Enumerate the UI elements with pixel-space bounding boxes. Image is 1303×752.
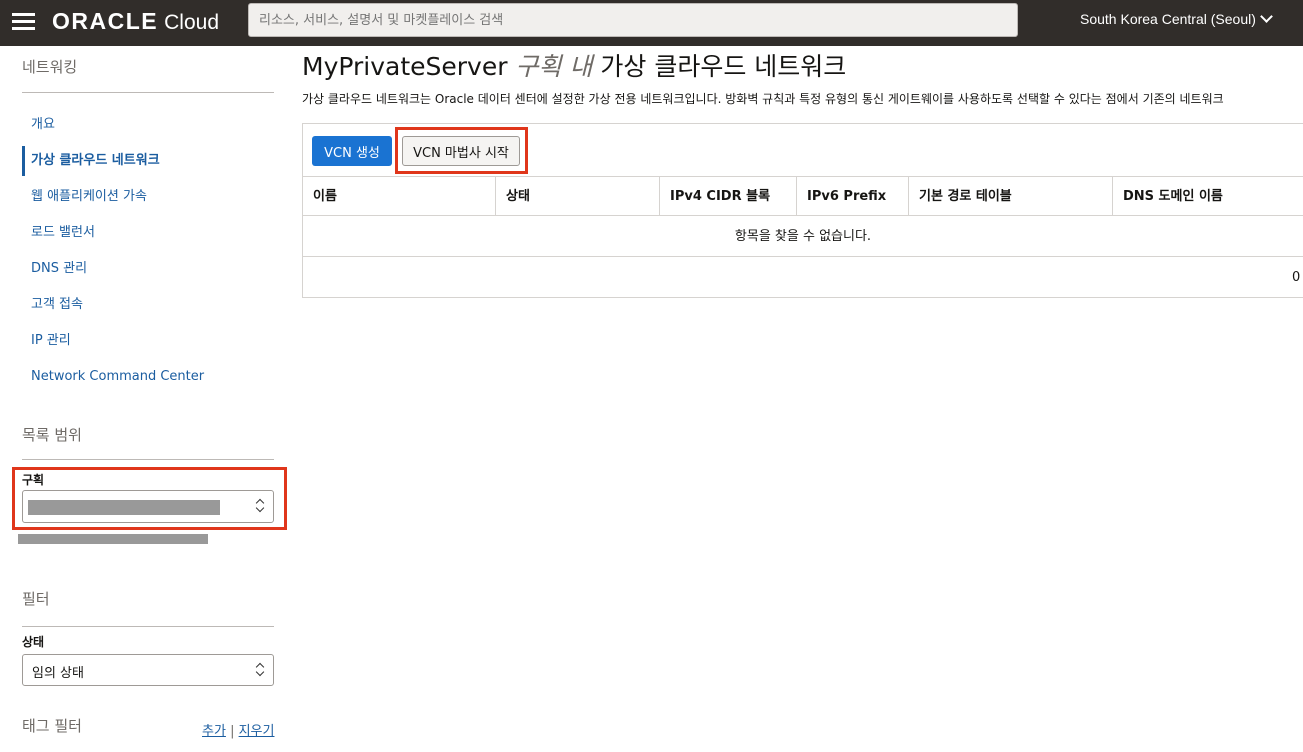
updown-chevron-icon — [255, 663, 265, 677]
link-separator: | — [230, 724, 235, 739]
add-tag-filter-link[interactable]: 추가 — [202, 724, 226, 739]
divider — [22, 626, 274, 627]
divider — [22, 92, 274, 93]
start-vcn-wizard-button[interactable]: VCN 마법사 시작 — [402, 136, 520, 166]
tag-filter-actions: 추가 | 지우기 — [202, 720, 274, 739]
column-header-ipv4-cidr[interactable]: IPv4 CIDR 블록 — [659, 177, 796, 216]
sidebar-item-web-app-acceleration[interactable]: 웹 애플리케이션 가속 — [22, 182, 274, 212]
compartment-label: 구획 — [22, 473, 45, 487]
sidebar-item-vcn[interactable]: 가상 클라우드 네트워크 — [22, 146, 274, 176]
column-header-route-table[interactable]: 기본 경로 테이블 — [908, 177, 1112, 216]
region-label: South Korea Central (Seoul) — [1080, 11, 1256, 27]
sidebar-item-network-command-center[interactable]: Network Command Center — [22, 362, 274, 392]
page-title-rest: 가상 클라우드 네트워크 — [600, 52, 847, 81]
sidebar-item-ip-management[interactable]: IP 관리 — [22, 326, 274, 356]
clear-tag-filter-link[interactable]: 지우기 — [239, 724, 275, 739]
column-header-state[interactable]: 상태 — [495, 177, 659, 216]
sidebar-title: 네트워킹 — [22, 58, 78, 76]
top-navigation-bar: ORACLECloud South Korea Central (Seoul) — [0, 0, 1303, 46]
sidebar-item-dns-management[interactable]: DNS 관리 — [22, 254, 274, 284]
state-select[interactable]: 임의 상태 — [22, 654, 274, 686]
page-title-compartment: MyPrivateServer — [302, 52, 508, 81]
page-title: MyPrivateServer 구획 내 가상 클라우드 네트워크 — [302, 47, 846, 83]
column-header-dns-domain[interactable]: DNS 도메인 이름 — [1112, 177, 1295, 216]
column-header-name[interactable]: 이름 — [303, 177, 495, 216]
sidebar-item-overview[interactable]: 개요 — [22, 110, 274, 140]
tag-filters-heading: 태그 필터 — [22, 717, 82, 735]
chevron-down-icon — [1260, 10, 1273, 23]
create-vcn-button[interactable]: VCN 생성 — [312, 136, 392, 166]
region-selector[interactable]: South Korea Central (Seoul) — [1080, 10, 1273, 27]
compartment-select[interactable] — [22, 490, 274, 523]
state-label: 상태 — [22, 635, 45, 649]
page-description: 가상 클라우드 네트워크는 Oracle 데이터 센터에 설정한 가상 전용 네… — [302, 92, 1224, 106]
table-footer-count: 0 — [1292, 270, 1301, 285]
column-header-ipv6-prefix[interactable]: IPv6 Prefix — [796, 177, 908, 216]
redacted-compartment-value — [28, 500, 220, 515]
hamburger-menu-icon[interactable] — [12, 11, 36, 35]
logo-oracle-text: ORACLE — [52, 8, 159, 34]
updown-chevron-icon — [255, 499, 265, 513]
table-header: 이름 상태 IPv4 CIDR 블록 IPv6 Prefix 기본 경로 테이블… — [303, 176, 1303, 216]
divider — [22, 459, 274, 460]
search-input[interactable] — [248, 3, 1018, 37]
filters-heading: 필터 — [22, 590, 50, 608]
sidebar-item-load-balancer[interactable]: 로드 밸런서 — [22, 218, 274, 248]
list-scope-heading: 목록 범위 — [22, 426, 82, 444]
redacted-compartment-path — [18, 534, 208, 544]
state-select-value: 임의 상태 — [32, 666, 84, 681]
page-title-italic: 구획 내 — [515, 52, 593, 81]
empty-table-message: 항목을 찾을 수 없습니다. — [303, 217, 1303, 257]
oracle-cloud-logo[interactable]: ORACLE Cloud — [52, 8, 219, 34]
logo-cloud-text: Cloud — [164, 11, 219, 34]
sidebar-item-customer-connectivity[interactable]: 고객 접속 — [22, 290, 274, 320]
